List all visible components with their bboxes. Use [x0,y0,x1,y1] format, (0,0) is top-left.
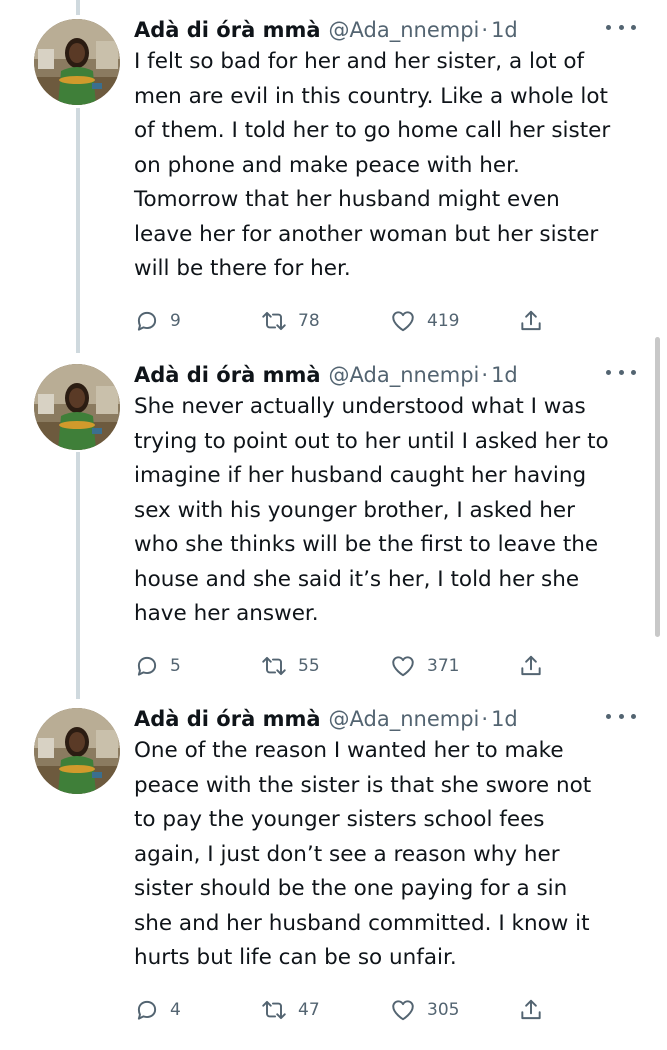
display-name[interactable]: Adà di órà mmà [134,363,321,387]
reply-icon [134,653,160,679]
more-horizontal-icon [606,24,611,30]
tweet-text: One of the reason I wanted her to make p… [134,738,592,970]
reply-count: 9 [170,311,181,331]
retweet-icon [260,997,288,1023]
tweet-header: Adà di órà mmà @Ada_nnempi · 1d [134,13,518,47]
more-horizontal-icon [606,713,611,719]
reply-icon [134,308,160,334]
tweet-header: Adà di órà mmà @Ada_nnempi · 1d [134,702,518,736]
separator-dot: · [481,707,489,731]
more-options-button[interactable] [606,706,636,726]
retweet-button[interactable]: 55 [260,650,320,682]
reply-count: 5 [170,656,181,676]
display-name[interactable]: Adà di órà mmà [134,18,321,42]
retweet-count: 47 [298,1000,320,1020]
tweet-text: She never actually understood what I was… [134,394,609,626]
like-count: 305 [427,1000,460,1020]
retweet-icon [260,308,288,334]
reply-button[interactable]: 5 [134,650,181,682]
heart-icon [389,308,417,334]
share-icon [518,997,544,1023]
share-button[interactable] [518,650,544,682]
tweet[interactable]: Adà di órà mmà @Ada_nnempi · 1d One of t… [0,704,667,1050]
heart-icon [389,653,417,679]
share-icon [518,653,544,679]
more-horizontal-icon [606,369,611,375]
timestamp[interactable]: 1d [491,707,518,731]
reply-count: 4 [170,1000,181,1020]
tweet-actions: 4 47 305 [134,994,554,1026]
more-options-button[interactable] [606,17,636,37]
user-handle[interactable]: @Ada_nnempi [329,363,480,387]
retweet-button[interactable]: 78 [260,305,320,337]
user-handle[interactable]: @Ada_nnempi [329,707,480,731]
like-button[interactable]: 419 [389,305,459,337]
tweet-actions: 5 55 371 [134,650,554,682]
share-button[interactable] [518,305,544,337]
avatar[interactable] [34,19,120,105]
retweet-count: 55 [298,656,320,676]
like-button[interactable]: 305 [389,994,459,1026]
display-name[interactable]: Adà di órà mmà [134,707,321,731]
retweet-count: 78 [298,311,320,331]
like-count: 371 [427,656,460,676]
tweet-text: I felt so bad for her and her sister, a … [134,49,611,281]
avatar[interactable] [34,708,120,794]
retweet-button[interactable]: 47 [260,994,320,1026]
share-button[interactable] [518,994,544,1026]
tweet[interactable]: Adà di órà mmà @Ada_nnempi · 1d I felt s… [0,15,667,361]
reply-icon [134,997,160,1023]
thread-connector-line [76,0,80,15]
like-count: 419 [427,311,460,331]
timestamp[interactable]: 1d [491,363,518,387]
reply-button[interactable]: 9 [134,305,181,337]
share-icon [518,308,544,334]
reply-button[interactable]: 4 [134,994,181,1026]
tweet-actions: 9 78 419 [134,305,554,337]
more-options-button[interactable] [606,362,636,382]
tweet[interactable]: Adà di órà mmà @Ada_nnempi · 1d She neve… [0,360,667,706]
like-button[interactable]: 371 [389,650,459,682]
retweet-icon [260,653,288,679]
separator-dot: · [481,363,489,387]
heart-icon [389,997,417,1023]
scrollbar[interactable] [655,337,660,637]
separator-dot: · [481,18,489,42]
avatar[interactable] [34,364,120,450]
tweet-header: Adà di órà mmà @Ada_nnempi · 1d [134,358,518,392]
timestamp[interactable]: 1d [491,18,518,42]
user-handle[interactable]: @Ada_nnempi [329,18,480,42]
